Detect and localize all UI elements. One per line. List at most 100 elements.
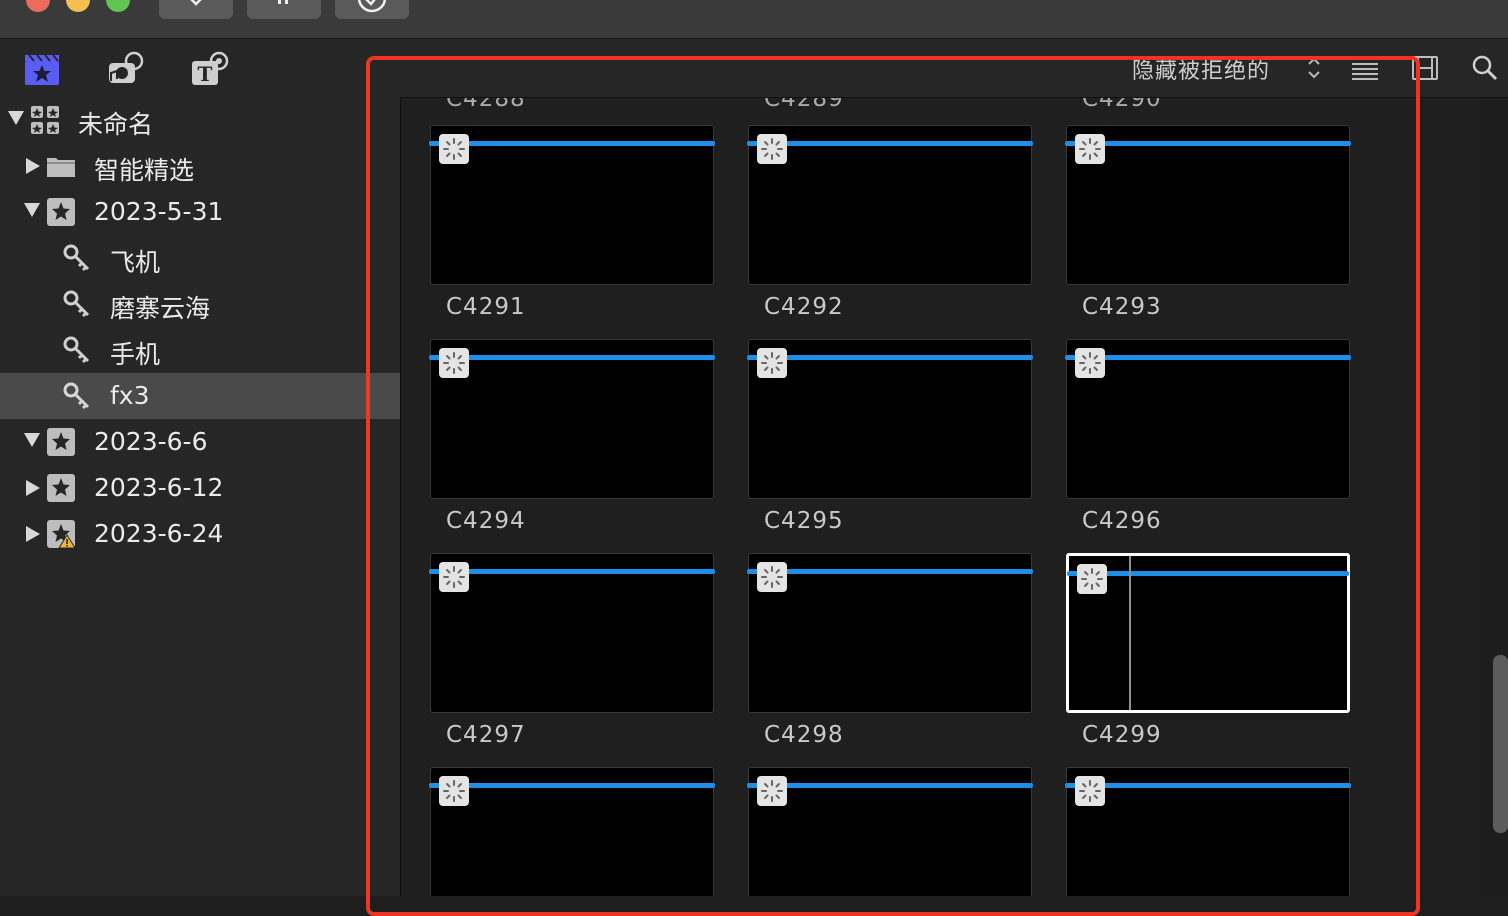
clip-name: C4291 <box>446 294 526 320</box>
sidebar-item-event-2023-6-12[interactable]: 2023-6-12 <box>0 465 400 511</box>
clip-thumbnail[interactable] <box>747 125 1033 285</box>
list-view-icon[interactable] <box>1350 53 1380 83</box>
sidebar-item-event-2023-6-6[interactable]: 2023-6-6 <box>0 419 400 465</box>
checkmark-circle-icon <box>357 0 387 13</box>
background-tasks-button[interactable] <box>335 0 409 19</box>
clip-progress-bar <box>1067 571 1349 576</box>
clip-name: C4299 <box>1082 722 1162 748</box>
loading-spinner-icon <box>1075 776 1105 806</box>
sidebar-item-label: 未命名 <box>78 110 154 139</box>
clip-name: C4297 <box>446 722 526 748</box>
loading-spinner-icon <box>757 348 787 378</box>
sidebar-toolbar: T <box>0 39 366 97</box>
loading-spinner-icon <box>1075 348 1105 378</box>
event-warning-icon <box>47 520 76 549</box>
keyword-button[interactable] <box>247 0 321 19</box>
clip-thumbnail[interactable] <box>747 553 1033 713</box>
clip-name: C4288 <box>446 98 526 112</box>
clip-thumbnail[interactable] <box>429 553 715 713</box>
clip-thumbnail[interactable] <box>429 339 715 499</box>
sidebar-item-library[interactable]: 未命名 <box>0 97 400 143</box>
titles-generators-icon[interactable]: T <box>190 51 230 87</box>
key-icon <box>63 336 90 364</box>
clip-thumbnail[interactable] <box>1065 339 1351 499</box>
filmstrip-view-icon[interactable] <box>1410 53 1440 83</box>
browser-toolbar: 隐藏被拒绝的 <box>366 39 1508 98</box>
chevron-updown-icon[interactable] <box>1306 55 1322 81</box>
clip-thumbnail[interactable] <box>747 767 1033 896</box>
sidebar-item-event-2023-5-31[interactable]: 2023-5-31 <box>0 189 400 235</box>
clip-progress-bar <box>747 355 1033 360</box>
disclosure-triangle[interactable] <box>26 480 40 496</box>
clip-name: C4296 <box>1082 508 1162 534</box>
sidebar-item-label: 2023-6-12 <box>94 473 224 502</box>
disclosure-triangle[interactable] <box>26 526 40 542</box>
close-window-button[interactable] <box>26 0 50 12</box>
disclosure-triangle[interactable] <box>24 203 40 217</box>
disclosure-triangle[interactable] <box>26 158 40 174</box>
clip-name: C4293 <box>1082 294 1162 320</box>
key-icon <box>63 382 90 410</box>
library-icon <box>31 106 59 134</box>
clip-progress-bar <box>747 141 1033 146</box>
sidebar-item-label: fx3 <box>110 381 150 410</box>
clip-name: C4289 <box>764 98 844 112</box>
loading-spinner-icon <box>439 562 469 592</box>
sidebar-item-event-2023-6-24[interactable]: 2023-6-24 <box>0 511 400 557</box>
clip-name: C4298 <box>764 722 844 748</box>
loading-spinner-icon <box>1077 564 1107 594</box>
svg-text:T: T <box>198 62 213 86</box>
loading-spinner-icon <box>1075 134 1105 164</box>
clip-thumbnail[interactable] <box>429 125 715 285</box>
loading-spinner-icon <box>757 776 787 806</box>
import-button[interactable] <box>159 0 233 19</box>
library-sidebar: 未命名 智能精选 2023-5-31 飞机 磨寨云海 手机 fx3 2023-6… <box>0 97 401 896</box>
sidebar-item-keyword-mozhai[interactable]: 磨寨云海 <box>0 281 400 327</box>
disclosure-triangle[interactable] <box>8 111 24 125</box>
loading-spinner-icon <box>757 134 787 164</box>
event-star-icon <box>47 428 75 456</box>
clip-progress-bar <box>747 783 1033 788</box>
clip-progress-bar <box>429 355 715 360</box>
event-star-icon <box>47 198 75 226</box>
event-star-icon <box>47 474 75 502</box>
sidebar-item-keyword-phone[interactable]: 手机 <box>0 327 400 373</box>
clip-filter-menu[interactable]: 隐藏被拒绝的 <box>1132 53 1270 85</box>
clip-progress-bar <box>1065 783 1351 788</box>
sidebar-item-keyword-fx3[interactable]: fx3 <box>0 373 400 419</box>
clip-browser: C4288 C4289 C4290 C4291 C4292 C4293 C429… <box>402 98 1480 896</box>
sidebar-item-label: 飞机 <box>110 248 161 277</box>
sidebar-item-label: 2023-6-24 <box>94 519 224 548</box>
search-icon[interactable] <box>1470 53 1500 83</box>
minimize-window-button[interactable] <box>66 0 90 12</box>
key-icon <box>63 290 90 318</box>
sidebar-item-label: 2023-5-31 <box>94 197 224 226</box>
photos-audio-icon[interactable] <box>105 51 145 87</box>
clip-progress-bar <box>747 569 1033 574</box>
clip-thumbnail[interactable] <box>1065 767 1351 896</box>
clip-progress-bar <box>429 783 715 788</box>
sidebar-item-smart-collections[interactable]: 智能精选 <box>0 143 400 189</box>
clip-progress-bar <box>1065 141 1351 146</box>
loading-spinner-icon <box>757 562 787 592</box>
clip-thumbnail[interactable] <box>1065 125 1351 285</box>
clip-thumbnail[interactable] <box>747 339 1033 499</box>
loading-spinner-icon <box>439 134 469 164</box>
skimmer-playhead[interactable] <box>1129 556 1131 710</box>
key-icon <box>278 0 288 4</box>
disclosure-triangle[interactable] <box>24 433 40 447</box>
loading-spinner-icon <box>439 776 469 806</box>
clip-thumbnail[interactable] <box>429 767 715 896</box>
title-bar <box>0 0 1508 39</box>
sidebar-item-label: 2023-6-6 <box>94 427 208 456</box>
clip-thumbnail-selected[interactable] <box>1066 553 1350 713</box>
libraries-icon[interactable] <box>22 51 62 87</box>
clip-name: C4295 <box>764 508 844 534</box>
clip-progress-bar <box>429 569 715 574</box>
sidebar-item-label: 智能精选 <box>94 156 195 185</box>
sidebar-item-keyword-airplane[interactable]: 飞机 <box>0 235 400 281</box>
zoom-window-button[interactable] <box>106 0 130 12</box>
clip-name: C4294 <box>446 508 526 534</box>
browser-scrollbar-thumb[interactable] <box>1493 655 1508 833</box>
loading-spinner-icon <box>439 348 469 378</box>
